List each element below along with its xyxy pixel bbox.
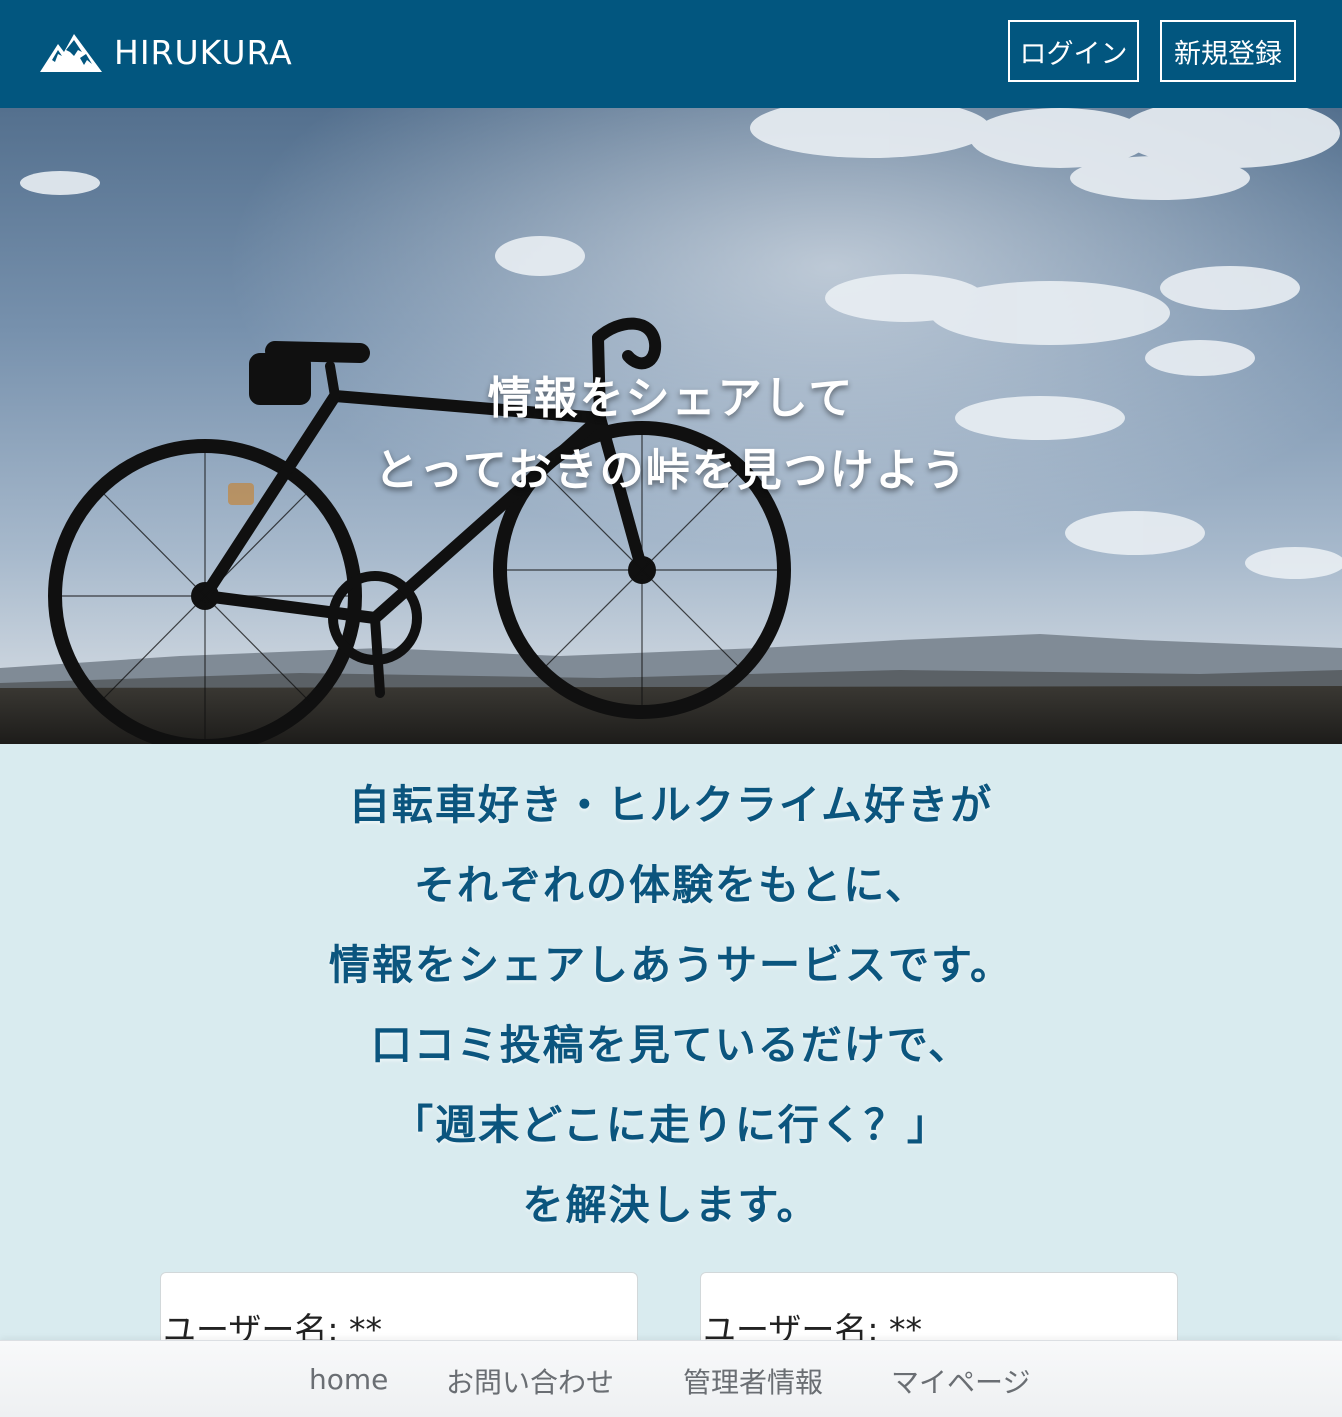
bottom-nav-admin-info[interactable]: 管理者情報 <box>683 1361 823 1401</box>
about-line-3: 情報をシェアしあうサービスです。 <box>329 941 1013 989</box>
mountain-logo-icon <box>40 34 102 72</box>
signup-button[interactable]: 新規登録 <box>1160 20 1296 82</box>
hero-headline-line-2: とっておきの峠を見つけよう <box>374 445 968 496</box>
about-line-2: それぞれの体験をもとに、 <box>414 861 928 909</box>
hero-bicycle-image <box>0 108 1342 744</box>
bottom-nav-home[interactable]: home <box>309 1363 388 1396</box>
bottom-nav-mypage[interactable]: マイページ <box>891 1361 1030 1401</box>
about-line-6: を解決します。 <box>522 1181 820 1229</box>
bottom-nav-contact[interactable]: お問い合わせ <box>446 1361 614 1401</box>
site-header: HIRUKURA ログイン 新規登録 <box>0 0 1342 108</box>
about-line-1: 自転車好き・ヒルクライム好きが <box>348 781 994 829</box>
about-line-5: 「週末どこに走りに行く？」 <box>392 1101 950 1149</box>
bottom-nav: home お問い合わせ 管理者情報 マイページ <box>0 1340 1342 1417</box>
login-button[interactable]: ログイン <box>1008 20 1139 82</box>
brand-logo-link[interactable]: HIRUKURA <box>40 28 293 76</box>
hero-headline-line-1: 情報をシェアして <box>487 373 855 424</box>
about-line-4: 口コミ投稿を見ているだけで、 <box>370 1021 972 1069</box>
brand-name: HIRUKURA <box>114 32 293 72</box>
hero-section: 情報をシェアして とっておきの峠を見つけよう <box>0 108 1342 744</box>
